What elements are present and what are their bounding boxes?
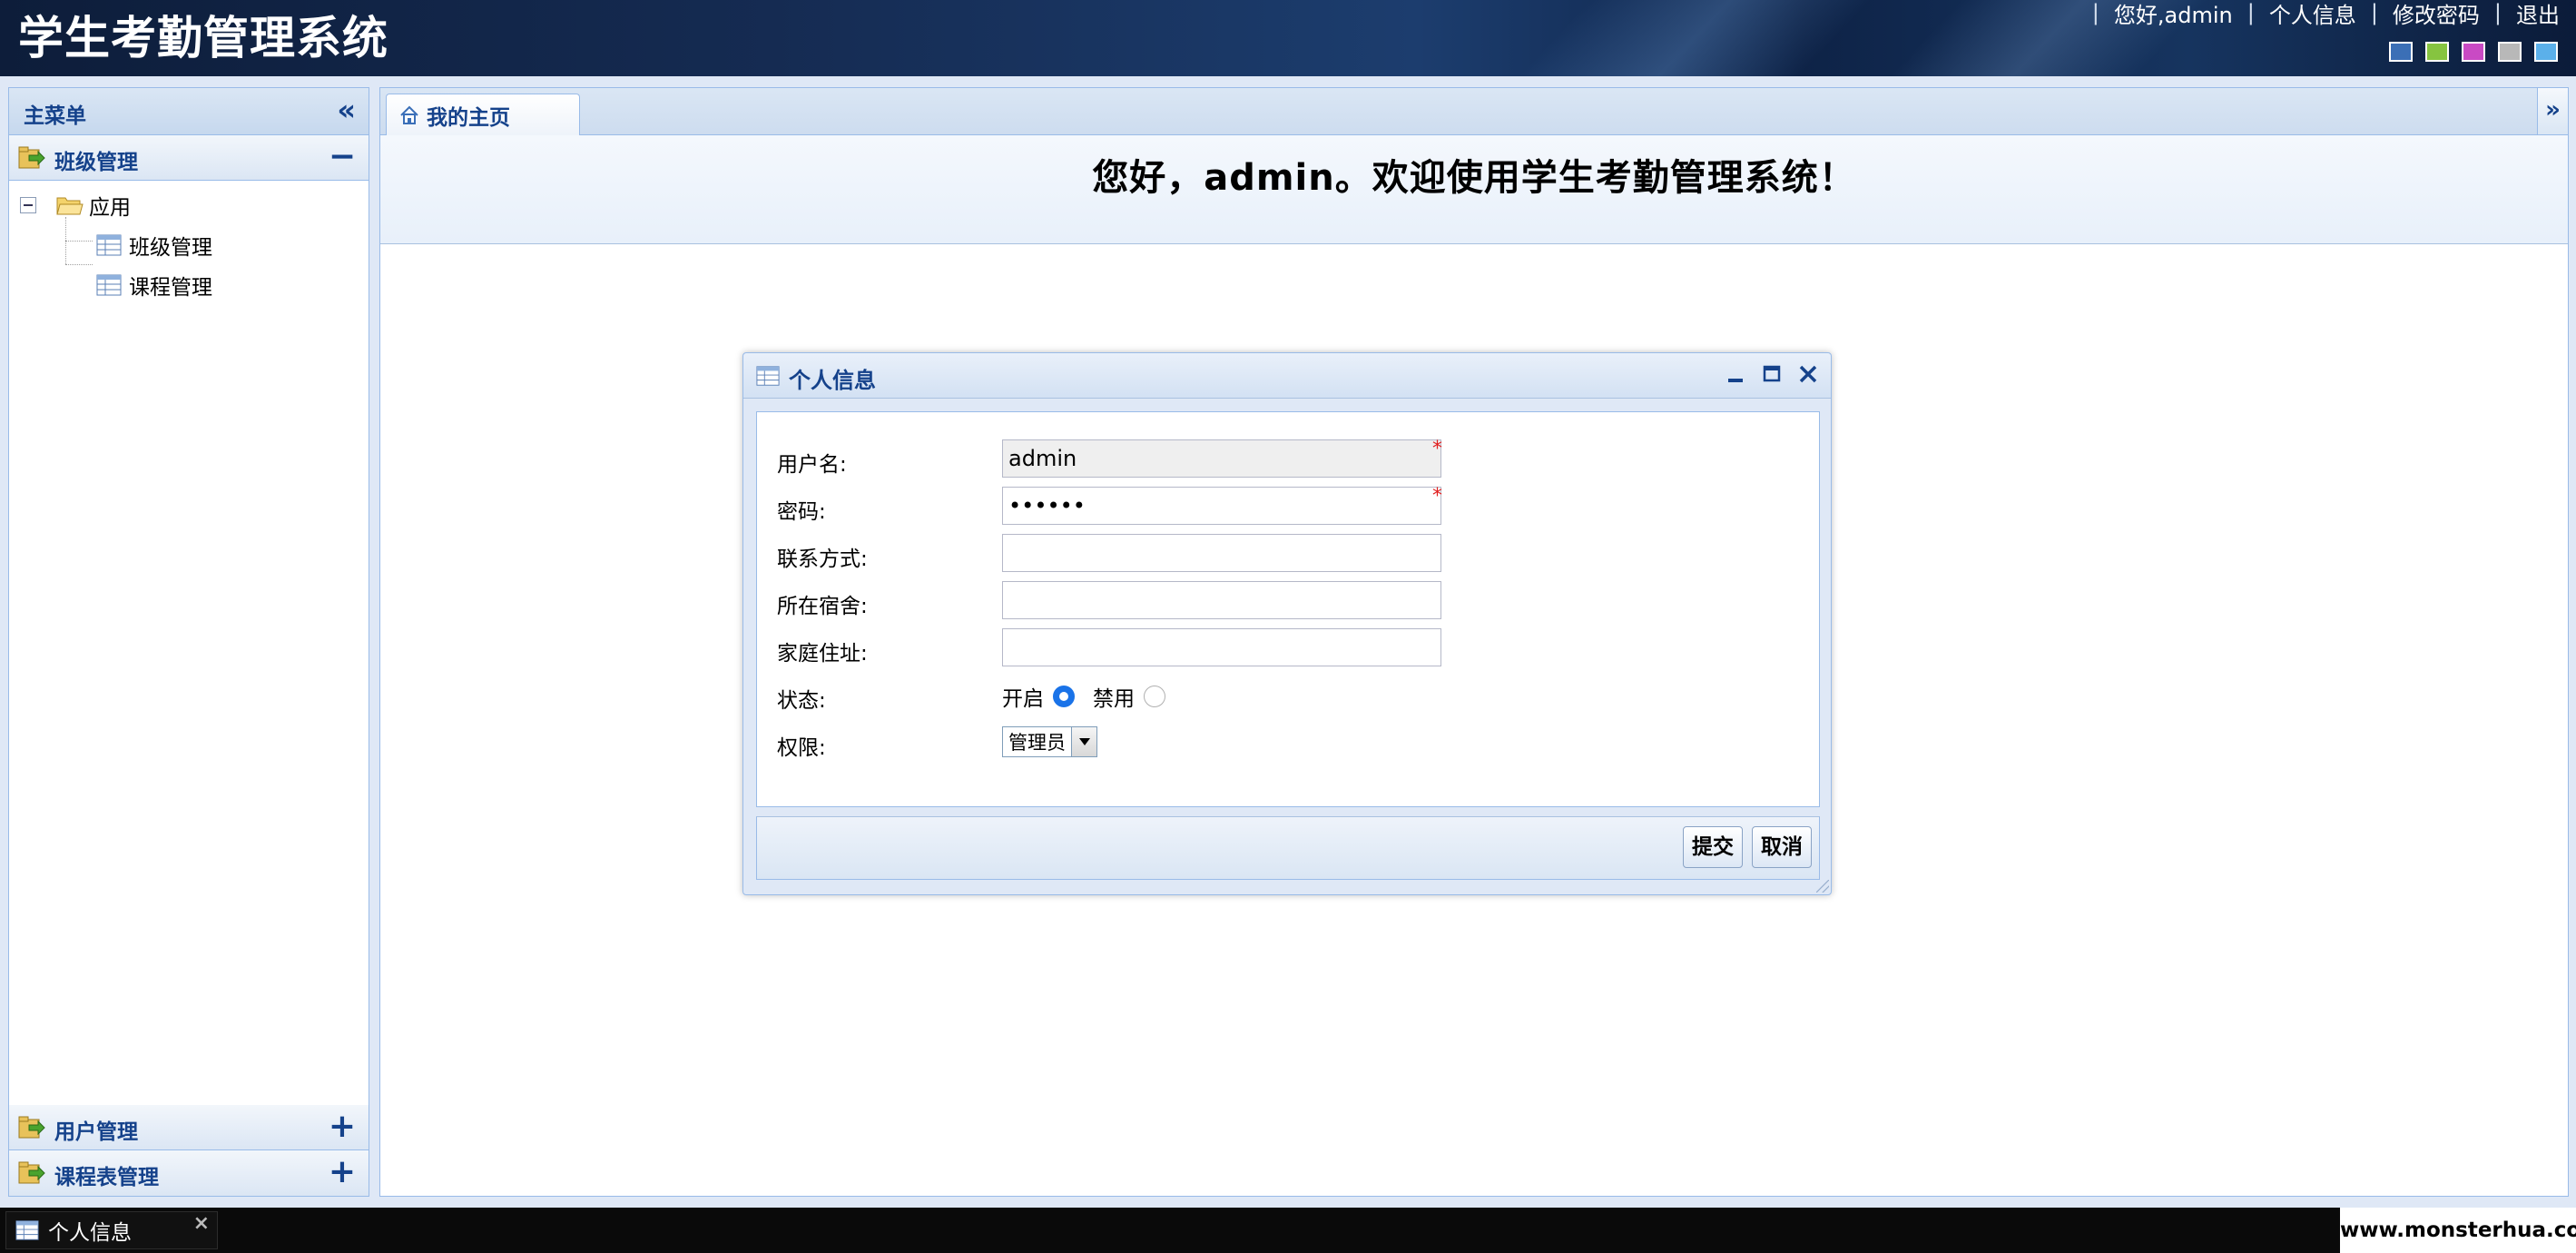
sidebar-title: 主菜单 xyxy=(24,104,86,128)
password-field[interactable] xyxy=(1002,487,1441,525)
tab-strip: 我的主页 » xyxy=(380,88,2568,135)
dialog-form: 用户名: * 密码: * 联系方式: 所在宿舍: 家庭住址: 状态: 开启 禁用 xyxy=(756,411,1820,807)
username-field[interactable] xyxy=(1002,439,1441,478)
home-icon xyxy=(400,105,418,124)
dorm-field[interactable] xyxy=(1002,581,1441,619)
status-disable-radio[interactable] xyxy=(1144,686,1165,707)
tab-home[interactable]: 我的主页 xyxy=(386,94,580,135)
table-icon xyxy=(96,274,122,296)
theme-swatch-green[interactable] xyxy=(2425,42,2449,62)
tree-collapse-icon[interactable] xyxy=(20,197,36,213)
change-password-link[interactable]: 修改密码 xyxy=(2393,0,2480,29)
maximize-icon[interactable] xyxy=(1760,360,1784,388)
theme-swatch-blue[interactable] xyxy=(2389,42,2413,62)
table-icon xyxy=(756,366,780,386)
accordion-user-management[interactable]: 用户管理 + xyxy=(9,1105,369,1150)
tab-list-chevron-icon[interactable]: » xyxy=(2537,88,2568,134)
contact-field[interactable] xyxy=(1002,534,1441,572)
folder-arrow-icon xyxy=(18,1161,45,1184)
role-select[interactable]: 管理员 xyxy=(1002,726,1097,757)
tree-node-label: 课程管理 xyxy=(129,276,212,300)
double-chevron-left-icon[interactable]: « xyxy=(337,95,356,124)
accordion-schedule-management[interactable]: 课程表管理 + xyxy=(9,1150,369,1196)
greeting-text: 您好,admin xyxy=(2113,2,2233,28)
address-field[interactable] xyxy=(1002,628,1441,666)
tab-label: 我的主页 xyxy=(427,105,510,130)
status-option-disable-label: 禁用 xyxy=(1093,687,1135,711)
dialog-title: 个人信息 xyxy=(789,368,876,393)
contact-label: 联系方式: xyxy=(777,548,868,571)
minimize-icon[interactable] xyxy=(1724,360,1747,388)
expand-toggle-icon[interactable]: + xyxy=(329,1108,356,1145)
theme-swatch-gray[interactable] xyxy=(2498,42,2522,62)
form-row-password: 密码: * xyxy=(757,485,1819,527)
address-label: 家庭住址: xyxy=(777,642,868,666)
accordion-label: 用户管理 xyxy=(54,1120,138,1144)
cancel-button[interactable]: 取消 xyxy=(1752,826,1812,868)
required-mark: * xyxy=(1432,485,1442,508)
dialog-tools xyxy=(1724,360,1820,388)
tree-node-class-management[interactable]: 班级管理 xyxy=(96,230,212,261)
logout-link[interactable]: 退出 xyxy=(2516,0,2560,29)
form-row-username: 用户名: * xyxy=(757,438,1819,479)
status-label: 状态: xyxy=(777,689,826,713)
tree-node-label: 班级管理 xyxy=(129,236,212,260)
status-radio-group: 开启 禁用 xyxy=(1002,681,1184,712)
app-header: 学生考勤管理系统 | 您好,admin | 个人信息 | 修改密码 | 退出 xyxy=(0,0,2576,76)
expand-toggle-icon[interactable]: + xyxy=(329,1153,356,1190)
welcome-text: 您好，admin。欢迎使用学生考勤管理系统！ xyxy=(1092,157,1856,199)
dorm-label: 所在宿舍: xyxy=(777,595,868,618)
app-title: 学生考勤管理系统 xyxy=(18,12,388,64)
sidebar: 主菜单 « 班级管理 − 应用 班级管理 课程管理 用户管理 + 课程表管理 + xyxy=(8,87,369,1197)
form-row-contact: 联系方式: xyxy=(757,534,1819,574)
profile-dialog: 个人信息 用户名: * 密码: * 联系方式: xyxy=(742,352,1832,895)
form-row-status: 状态: 开启 禁用 xyxy=(757,676,1819,715)
accordion-label: 班级管理 xyxy=(54,151,138,174)
chevron-down-icon[interactable] xyxy=(1071,727,1096,756)
accordion-class-management[interactable]: 班级管理 − xyxy=(9,135,369,181)
dialog-footer: 提交 取消 xyxy=(756,816,1820,880)
folder-arrow-icon xyxy=(18,146,45,169)
status-enable-radio[interactable] xyxy=(1053,686,1075,707)
username-label: 用户名: xyxy=(777,453,847,477)
profile-link[interactable]: 个人信息 xyxy=(2269,0,2356,29)
collapse-toggle-icon[interactable]: − xyxy=(329,138,356,175)
dialog-title-bar[interactable]: 个人信息 xyxy=(743,353,1831,399)
tree-node-course-management[interactable]: 课程管理 xyxy=(96,270,212,301)
folder-open-icon xyxy=(56,197,84,215)
close-icon[interactable] xyxy=(1796,360,1820,388)
form-row-dorm: 所在宿舍: xyxy=(757,581,1819,621)
submit-button[interactable]: 提交 xyxy=(1683,826,1743,868)
close-icon[interactable]: × xyxy=(193,1212,210,1235)
status-option-enable-label: 开启 xyxy=(1002,687,1044,711)
theme-swatch-lightblue[interactable] xyxy=(2534,42,2558,62)
taskbar: 个人信息 × xyxy=(0,1208,2340,1253)
role-label: 权限: xyxy=(777,736,826,760)
folder-arrow-icon xyxy=(18,1116,45,1139)
taskbar-item-profile[interactable]: 个人信息 × xyxy=(5,1211,218,1249)
required-mark: * xyxy=(1432,438,1442,460)
resize-grip-icon[interactable] xyxy=(1816,880,1829,893)
theme-switcher xyxy=(2389,42,2558,62)
table-icon xyxy=(15,1220,39,1240)
role-select-value: 管理员 xyxy=(1008,732,1066,754)
table-icon xyxy=(96,234,122,256)
password-label: 密码: xyxy=(777,500,826,524)
theme-swatch-pink[interactable] xyxy=(2462,42,2485,62)
taskbar-item-label: 个人信息 xyxy=(48,1221,132,1245)
form-row-role: 权限: 管理员 xyxy=(757,723,1819,763)
tree-node-app[interactable]: 应用 xyxy=(56,190,131,221)
accordion-label: 课程表管理 xyxy=(54,1166,159,1189)
top-links: | 您好,admin | 个人信息 | 修改密码 | 退出 xyxy=(2078,0,2560,28)
welcome-banner: 您好，admin。欢迎使用学生考勤管理系统！ xyxy=(380,135,2568,244)
watermark: www.monsterhua.com xyxy=(2340,1208,2576,1253)
tree-node-label: 应用 xyxy=(89,196,131,220)
menu-tree: 应用 班级管理 课程管理 xyxy=(9,181,369,1105)
sidebar-header: 主菜单 « xyxy=(9,88,369,135)
form-row-address: 家庭住址: xyxy=(757,628,1819,668)
